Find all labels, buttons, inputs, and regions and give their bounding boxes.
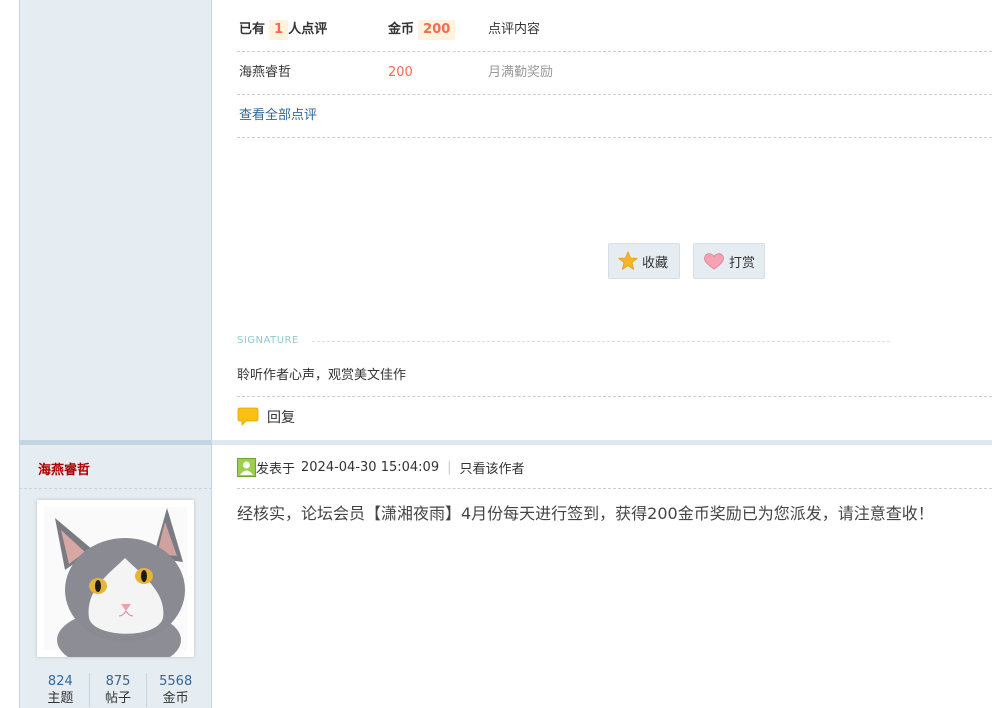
rate-coin-value: 200 <box>418 20 456 40</box>
stat-coins[interactable]: 5568 金币 <box>146 673 204 707</box>
rate-entry-reason: 月满勤奖励 <box>488 65 554 80</box>
meta-separator: | <box>447 459 452 475</box>
rate-header-row: 已有 1 人点评 金币 200 点评内容 <box>237 11 992 52</box>
post1-author-column <box>19 0 212 440</box>
post2-meta-divider <box>237 488 992 489</box>
stat-posts[interactable]: 875 帖子 <box>88 673 147 707</box>
rate-entry-user[interactable]: 海燕睿哲 <box>239 53 291 93</box>
post2-author-name[interactable]: 海燕睿哲 <box>38 459 90 478</box>
rate-entry-coins: 200 <box>388 65 413 80</box>
posted-time: 2024-04-30 15:04:09 <box>301 459 440 475</box>
rate-content-label: 点评内容 <box>488 22 541 37</box>
reply-button[interactable]: 回复 <box>237 406 295 428</box>
reward-button[interactable]: 打赏 <box>693 243 765 279</box>
star-icon <box>618 251 638 271</box>
stat-threads[interactable]: 824 主题 <box>32 673 89 707</box>
signature-label: SIGNATURE <box>237 335 299 346</box>
stat-threads-label: 主题 <box>47 691 74 706</box>
signature-divider <box>312 341 890 342</box>
avatar[interactable] <box>37 500 194 657</box>
post2-meta: 发表于 2024-04-30 15:04:09 | 只看该作者 <box>237 456 525 478</box>
speech-bubble-icon <box>237 407 259 426</box>
reply-label: 回复 <box>267 410 295 426</box>
rate-count: 1 <box>269 20 289 40</box>
rate-coin-label: 金币 <box>388 22 415 37</box>
post2-content: 经核实，论坛会员【潇湘夜雨】4月份每天进行签到，获得200金币奖励已为您派发，请… <box>237 504 934 523</box>
rate-prefix: 已有 <box>239 22 266 37</box>
rate-view-all-link[interactable]: 查看全部点评 <box>239 96 317 136</box>
heart-icon <box>704 253 724 270</box>
user-icon <box>237 457 256 477</box>
author-name-divider <box>19 488 212 489</box>
posted-prefix: 发表于 <box>256 461 296 477</box>
stat-posts-value: 875 <box>105 674 131 689</box>
stat-posts-label: 帖子 <box>105 691 132 706</box>
rate-entry-row: 海燕睿哲 200 月满勤奖励 <box>237 52 992 95</box>
only-author-link[interactable]: 只看该作者 <box>459 458 524 477</box>
author-stats: 824 主题 875 帖子 5568 金币 <box>32 673 204 707</box>
signature-text: 聆听作者心声，观赏美文佳作 <box>237 368 407 383</box>
stat-coins-value: 5568 <box>159 674 193 689</box>
favorite-button[interactable]: 收藏 <box>608 243 680 279</box>
favorite-label: 收藏 <box>642 255 669 271</box>
reward-label: 打赏 <box>729 255 756 271</box>
stat-threads-value: 824 <box>47 674 73 689</box>
cat-avatar-image <box>44 507 187 657</box>
signature-bottom-divider <box>237 396 992 397</box>
stat-coins-label: 金币 <box>162 691 189 706</box>
rate-view-all-row: 查看全部点评 <box>237 95 992 138</box>
rate-suffix: 人点评 <box>288 22 328 37</box>
